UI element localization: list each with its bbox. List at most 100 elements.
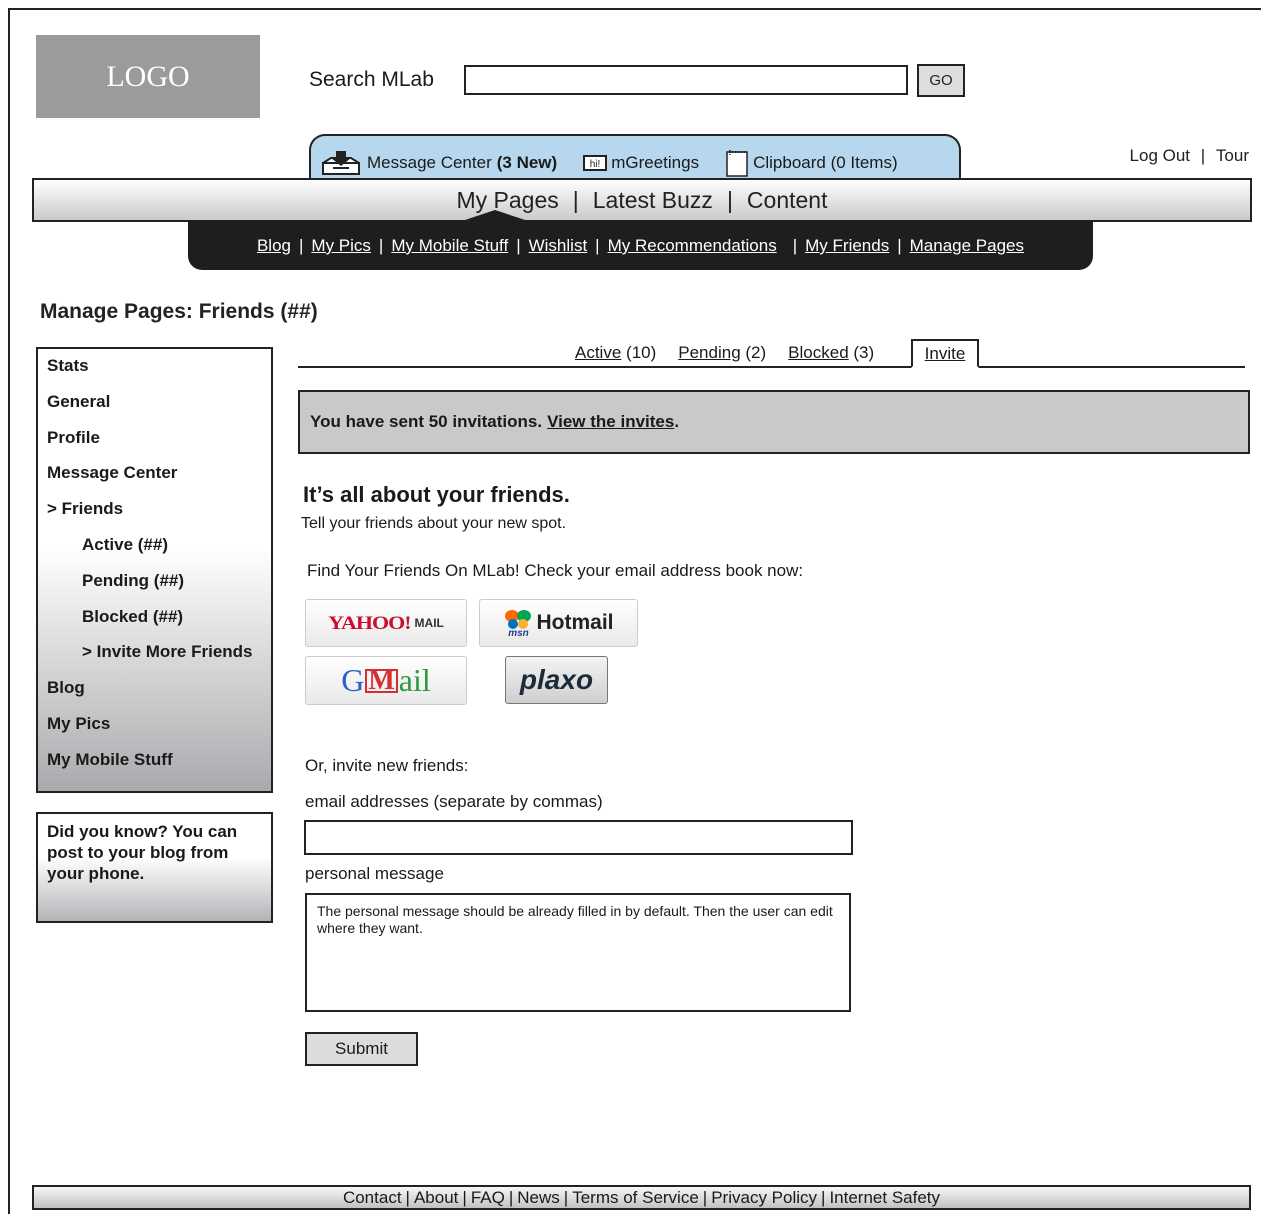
section-heading: It’s all about your friends. [303, 482, 570, 507]
sub-nav-separator: | [897, 236, 902, 255]
submit-button[interactable]: Submit [305, 1032, 418, 1066]
footer-link-faq[interactable]: FAQ [471, 1188, 505, 1208]
notice-end: . [674, 412, 680, 431]
sub-nav-my-mobile-stuff[interactable]: My Mobile Stuff [391, 236, 508, 256]
footer-separator: | [405, 1187, 410, 1207]
msn-butterfly-icon: msn [503, 608, 533, 639]
sidebar-item-blog[interactable]: Blog [38, 677, 271, 713]
main-nav-separator: | [572, 186, 579, 213]
account-links-separator: | [1200, 146, 1206, 165]
or-invite-label: Or, invite new friends: [305, 756, 469, 775]
message-center-label: Message Center [367, 153, 492, 172]
tour-link[interactable]: Tour [1216, 146, 1249, 166]
plaxo-button[interactable]: plaxo [505, 656, 608, 704]
footer-separator: | [563, 1187, 569, 1207]
gmail-g: G [341, 662, 365, 698]
tab-active-label: Active [575, 343, 622, 362]
footer-link-internet-safety[interactable]: Internet Safety [829, 1188, 940, 1208]
email-addresses-label: email addresses (separate by commas) [305, 792, 603, 811]
view-invites-link[interactable]: View the invites [547, 412, 674, 432]
msn-text: msn [508, 628, 529, 639]
footer-separator: | [821, 1187, 826, 1207]
footer-link-about[interactable]: About [414, 1188, 458, 1208]
clipboard-label: Clipboard (0 Items) [753, 153, 898, 172]
sidebar-item-friends[interactable]: > Friends [38, 498, 271, 534]
sidebar-item-my-mobile-stuff[interactable]: My Mobile Stuff [38, 749, 271, 785]
sidebar-item-friends-pending[interactable]: Pending (##) [38, 570, 271, 606]
tab-pending[interactable]: Pending (2) [678, 343, 766, 363]
sub-nav-my-recommendations[interactable]: My Recommendations [608, 236, 777, 256]
tab-pending-label: Pending [678, 343, 741, 362]
tabs-underline [298, 366, 1245, 368]
footer-separator: | [462, 1187, 467, 1207]
gmail-button[interactable]: G Mail [305, 656, 467, 705]
footer-separator: | [508, 1187, 514, 1207]
sidebar: Stats General Profile Message Center > F… [36, 347, 273, 793]
logout-link[interactable]: Log Out [1130, 146, 1191, 166]
sub-nav-manage-pages[interactable]: Manage Pages [910, 236, 1024, 256]
sub-nav-separator: | [792, 236, 798, 255]
sub-nav-my-friends[interactable]: My Friends [805, 236, 889, 256]
inbox-download-icon [319, 149, 363, 177]
main-nav-latest-buzz[interactable]: Latest Buzz [593, 187, 713, 214]
mgreetings-label: mGreetings [611, 153, 700, 172]
hotmail-text: Hotmail [536, 611, 614, 634]
tip-box: Did you know? You can post to your blog … [36, 812, 273, 923]
footer-link-contact[interactable]: Contact [343, 1188, 402, 1208]
tab-blocked[interactable]: Blocked (3) [788, 343, 874, 363]
email-addresses-input[interactable] [304, 820, 853, 855]
friends-tabs: Active (10) Pending (2) Blocked (3) [575, 343, 896, 363]
sidebar-item-friends-blocked[interactable]: Blocked (##) [38, 606, 271, 642]
yahoo-logo-text: YAHOO! [328, 611, 411, 634]
account-links: Log Out | Tour [1130, 146, 1249, 166]
sidebar-item-friends-active[interactable]: Active (##) [38, 534, 271, 570]
nav-pointer [465, 210, 525, 220]
sidebar-item-message-center[interactable]: Message Center [38, 462, 271, 498]
main-nav-separator: | [726, 186, 733, 213]
footer-link-terms[interactable]: Terms of Service [572, 1188, 699, 1208]
tab-invite[interactable]: Invite [911, 339, 979, 368]
sub-nav-separator: | [516, 236, 521, 255]
footer-link-news[interactable]: News [517, 1188, 560, 1208]
sidebar-item-stats[interactable]: Stats [38, 355, 271, 391]
personal-message-label: personal message [305, 864, 444, 883]
notice-text: You have sent 50 invitations. [310, 412, 543, 431]
mgreetings-icon-text: hi! [590, 159, 601, 170]
yahoo-mail-text: MAIL [414, 616, 444, 630]
personal-message-textarea[interactable]: The personal message should be already f… [305, 893, 851, 1012]
tab-active[interactable]: Active (10) [575, 343, 656, 363]
main-nav-content[interactable]: Content [747, 187, 828, 214]
search-go-button[interactable]: GO [917, 64, 965, 97]
gmail-m: M [365, 666, 398, 694]
gmail-ail: ail [398, 662, 431, 698]
intro-text: Tell your friends about your new spot. [301, 515, 567, 532]
clipboard-link[interactable]: Clipboard (0 Items) [725, 149, 898, 177]
sub-nav-separator: | [595, 236, 600, 255]
sub-nav-separator: | [299, 236, 304, 255]
message-center-link[interactable]: Message Center (3 New) [319, 149, 557, 177]
tab-pending-count: (2) [745, 343, 767, 362]
search-input[interactable] [464, 65, 908, 95]
sub-nav-wishlist[interactable]: Wishlist [529, 236, 588, 256]
utility-tab-bar: Message Center (3 New) hi! mGreetings Cl… [309, 134, 961, 180]
sidebar-item-invite-more-friends[interactable]: > Invite More Friends [38, 641, 271, 677]
sidebar-item-general[interactable]: General [38, 391, 271, 427]
sub-nav-blog[interactable]: Blog [257, 236, 291, 256]
sidebar-item-profile[interactable]: Profile [38, 427, 271, 463]
tab-blocked-label: Blocked [788, 343, 849, 362]
mgreetings-link[interactable]: hi! mGreetings [583, 153, 699, 173]
plaxo-text: plaxo [519, 664, 594, 695]
message-center-new-count: (3 New) [496, 153, 558, 172]
greeting-card-icon: hi! [583, 155, 608, 171]
yahoo-mail-button[interactable]: YAHOO! MAIL [305, 599, 467, 647]
logo[interactable]: LOGO [36, 35, 260, 118]
sub-nav: Blog | My Pics | My Mobile Stuff | Wishl… [188, 220, 1093, 270]
sub-nav-my-pics[interactable]: My Pics [311, 236, 371, 256]
footer: Contact | About | FAQ | News | Terms of … [32, 1185, 1251, 1210]
hotmail-button[interactable]: msn Hotmail [479, 599, 638, 647]
tab-active-count: (10) [626, 343, 657, 362]
footer-link-privacy[interactable]: Privacy Policy [711, 1188, 817, 1208]
sidebar-item-my-pics[interactable]: My Pics [38, 713, 271, 749]
tab-blocked-count: (3) [853, 343, 875, 362]
clipboard-icon [725, 149, 749, 177]
